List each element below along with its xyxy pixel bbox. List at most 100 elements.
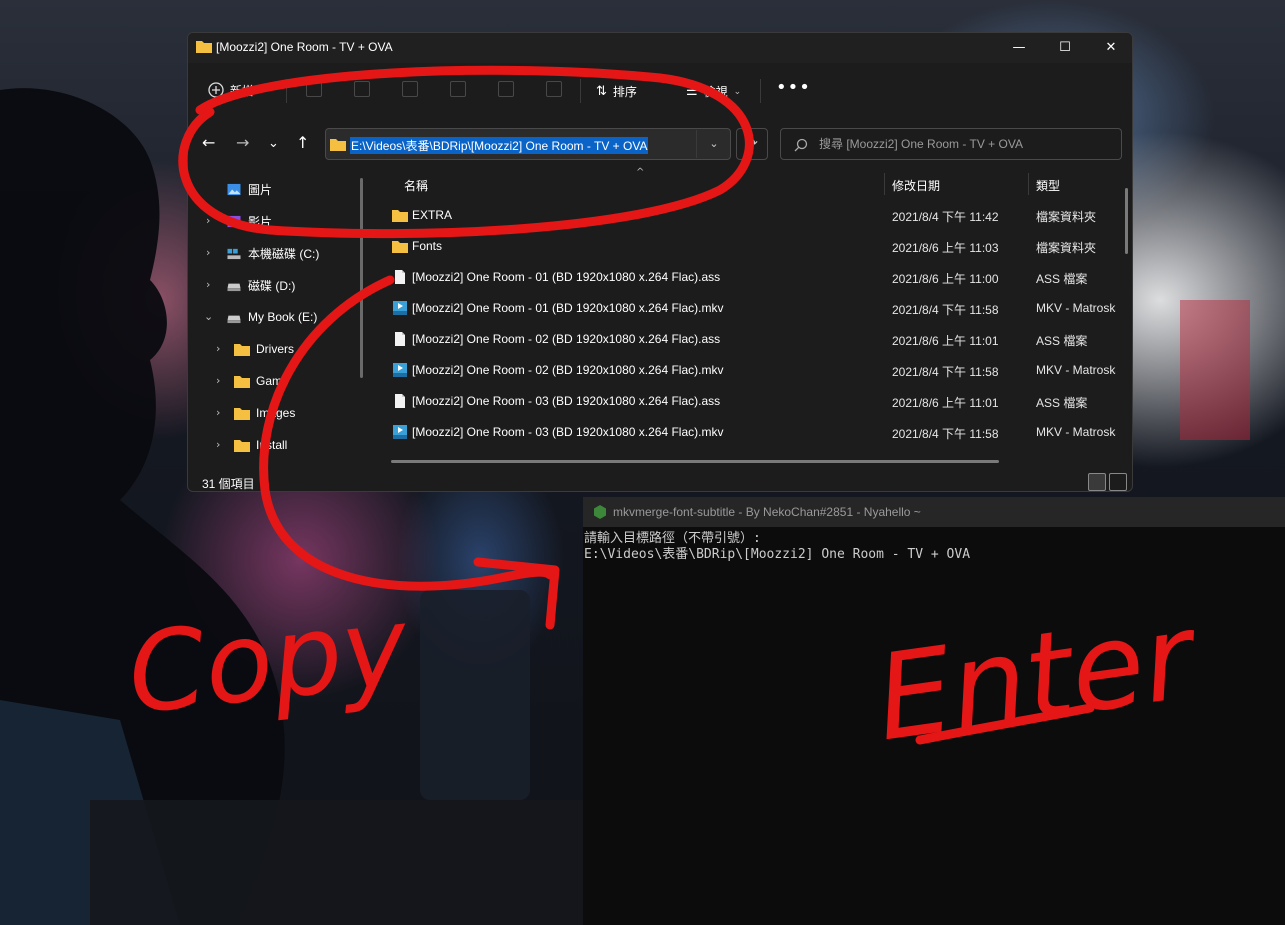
sidebar-scrollbar[interactable]: [360, 178, 363, 378]
sidebar-item-pictures[interactable]: 圖片: [226, 178, 272, 200]
sidebar-item-drive-e[interactable]: My Book (E:): [226, 306, 317, 328]
chevron-right-icon[interactable]: ›: [216, 438, 220, 451]
column-header-date[interactable]: 修改日期: [892, 177, 940, 194]
file-date: 2021/8/4 下午 11:42: [892, 210, 999, 224]
column-header-name[interactable]: 名稱: [404, 177, 428, 194]
toolbar-divider: [760, 79, 761, 103]
recent-locations-chevron-icon[interactable]: ⌄: [268, 136, 279, 151]
column-header-type[interactable]: 類型: [1036, 177, 1060, 194]
file-date: 2021/8/6 上午 11:00: [892, 272, 999, 286]
close-button[interactable]: ✕: [1088, 33, 1132, 63]
window-title: [Moozzi2] One Room - TV + OVA: [216, 40, 393, 54]
console-title: mkvmerge-font-subtitle - By NekoChan#285…: [613, 505, 921, 519]
chevron-right-icon[interactable]: ›: [206, 246, 210, 259]
file-type: MKV - Matroska: [1036, 363, 1116, 377]
sidebar-item-label: Images: [256, 406, 296, 420]
column-divider[interactable]: [1028, 173, 1029, 195]
file-name: [Moozzi2] One Room - 01 (BD 1920x1080 x.…: [412, 270, 721, 284]
address-bar[interactable]: E:\Videos\表番\BDRip\[Moozzi2] One Room - …: [325, 128, 731, 160]
sidebar-item-drive-d[interactable]: 磁碟 (D:): [226, 274, 295, 296]
file-name: [Moozzi2] One Room - 03 (BD 1920x1080 x.…: [412, 425, 724, 439]
column-divider[interactable]: [884, 173, 885, 195]
file-list-vertical-scrollbar[interactable]: [1125, 188, 1128, 254]
videos-icon: [227, 215, 241, 227]
paste-icon[interactable]: [402, 81, 418, 97]
drive-icon: [227, 283, 241, 291]
file-row[interactable]: [Moozzi2] One Room - 03 (BD 1920x1080 x.…: [374, 386, 1114, 417]
list-view-icon: ☰: [686, 84, 698, 99]
document-icon: [395, 332, 405, 346]
file-list-horizontal-scrollbar[interactable]: [391, 460, 999, 463]
address-text-selected[interactable]: E:\Videos\表番\BDRip\[Moozzi2] One Room - …: [350, 137, 649, 154]
chevron-down-icon[interactable]: ⌄: [204, 310, 213, 323]
chevron-right-icon[interactable]: ›: [206, 214, 210, 227]
address-dropdown-icon[interactable]: ⌄: [696, 130, 731, 158]
new-button[interactable]: 新增 ⌄: [208, 79, 268, 101]
folder-icon: [392, 241, 408, 253]
sort-button[interactable]: ⇅ 排序: [596, 83, 637, 100]
folder-icon: [234, 407, 250, 420]
sidebar-item-game[interactable]: Game: [234, 370, 289, 392]
search-box[interactable]: [780, 128, 1122, 160]
pictures-icon: [227, 183, 241, 195]
more-options-button[interactable]: •••: [776, 77, 811, 98]
file-row[interactable]: EXTRA 2021/8/4 下午 11:42 檔案資料夾: [374, 200, 1114, 231]
file-row[interactable]: Fonts 2021/8/6 上午 11:03 檔案資料夾: [374, 231, 1114, 262]
folder-icon: [196, 41, 212, 53]
sidebar-item-images[interactable]: Images: [234, 402, 295, 424]
file-name: Fonts: [412, 239, 443, 253]
search-input[interactable]: [819, 129, 1109, 159]
refresh-icon[interactable]: ⟳: [736, 128, 768, 160]
maximize-button[interactable]: ☐: [1042, 33, 1088, 63]
sidebar-item-videos[interactable]: 影片: [226, 210, 272, 232]
chevron-right-icon[interactable]: ›: [216, 374, 220, 387]
file-name: [Moozzi2] One Room - 02 (BD 1920x1080 x.…: [412, 363, 724, 377]
file-row[interactable]: [Moozzi2] One Room - 03 (BD 1920x1080 x.…: [374, 417, 1116, 448]
file-row[interactable]: [Moozzi2] One Room - 01 (BD 1920x1080 x.…: [374, 262, 1114, 293]
chevron-right-icon[interactable]: ›: [216, 342, 220, 355]
sidebar-item-drivers[interactable]: Drivers: [234, 338, 294, 360]
file-type: 檔案資料夾: [1036, 210, 1097, 224]
file-type: MKV - Matroska: [1036, 425, 1116, 439]
document-icon: [395, 270, 405, 284]
copy-icon[interactable]: [354, 81, 370, 97]
file-row[interactable]: [Moozzi2] One Room - 02 (BD 1920x1080 x.…: [374, 324, 1114, 355]
sort-icon: ⇅: [596, 84, 607, 99]
sidebar-item-label: 圖片: [248, 182, 273, 197]
file-type: ASS 檔案: [1036, 272, 1088, 286]
file-list: ^ 名稱 修改日期 類型 EXTRA 2021/8/4 下午 11:42 檔案資…: [374, 167, 1132, 473]
sidebar-item-drive-c[interactable]: 本機磁碟 (C:): [226, 242, 319, 264]
sidebar-item-label: Drivers: [256, 342, 294, 356]
sidebar-item-label: 磁碟 (D:): [248, 278, 296, 293]
rename-icon[interactable]: [450, 81, 466, 97]
details-view-icon[interactable]: [1088, 473, 1106, 491]
folder-icon: [392, 210, 408, 222]
cut-icon[interactable]: [306, 81, 322, 97]
document-icon: [395, 394, 405, 408]
folder-icon: [234, 343, 250, 356]
nodejs-icon: [594, 505, 606, 519]
file-row[interactable]: [Moozzi2] One Room - 02 (BD 1920x1080 x.…: [374, 355, 1116, 386]
minimize-button[interactable]: —: [996, 33, 1042, 63]
large-icons-view-icon[interactable]: [1109, 473, 1127, 491]
file-date: 2021/8/4 下午 11:58: [892, 427, 999, 441]
plus-circle-icon: [208, 82, 224, 98]
sidebar-item-install[interactable]: Install: [234, 434, 287, 456]
drive-icon: [227, 248, 241, 259]
file-type: ASS 檔案: [1036, 396, 1088, 410]
file-date: 2021/8/6 上午 11:01: [892, 396, 999, 410]
status-bar: 31 個項目: [188, 471, 1132, 491]
chevron-right-icon[interactable]: ›: [216, 406, 220, 419]
console-input-line[interactable]: E:\Videos\表番\BDRip\[Moozzi2] One Room - …: [584, 543, 970, 562]
share-icon[interactable]: [498, 81, 514, 97]
console-titlebar: mkvmerge-font-subtitle - By NekoChan#285…: [583, 497, 1285, 527]
delete-icon[interactable]: [546, 81, 562, 97]
file-row[interactable]: [Moozzi2] One Room - 01 (BD 1920x1080 x.…: [374, 293, 1116, 324]
view-button[interactable]: ☰ 檢視 ⌄: [686, 83, 741, 100]
chevron-right-icon[interactable]: ›: [206, 278, 210, 291]
explorer-titlebar: [Moozzi2] One Room - TV + OVA — ☐ ✕: [188, 33, 1132, 63]
drive-icon: [227, 315, 241, 323]
back-arrow-icon[interactable]: ←: [202, 133, 215, 152]
up-arrow-icon[interactable]: ↑: [296, 133, 309, 152]
forward-arrow-icon[interactable]: →: [236, 133, 249, 152]
